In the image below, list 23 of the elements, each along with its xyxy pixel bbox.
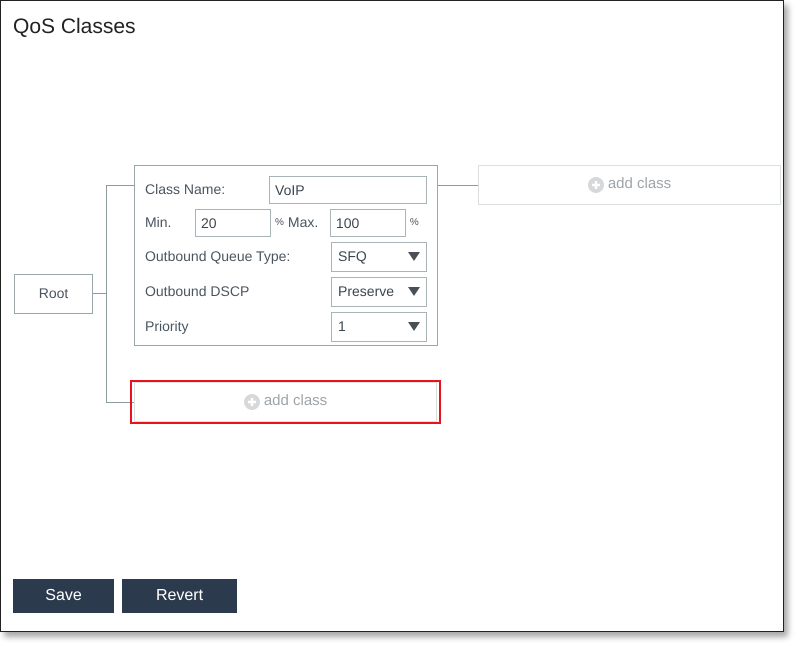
dropdown[interactable]: Preserve: [331, 276, 427, 306]
dropdown[interactable]: 1: [331, 312, 427, 342]
field-label: Priority: [145, 317, 189, 336]
min-field[interactable]: 20: [195, 208, 271, 236]
caret-icon: [408, 322, 420, 331]
caret-icon: [408, 252, 420, 261]
root-node[interactable]: Root: [14, 274, 93, 314]
field-label: Min.: [145, 213, 172, 232]
field-label: Outbound Queue Type:: [145, 247, 290, 266]
max-field[interactable]: 100: [330, 208, 406, 236]
field-label: Outbound DSCP: [145, 282, 250, 301]
plus-icon: [244, 394, 260, 410]
plus-icon: [588, 176, 604, 192]
page-title: QoS Classes: [13, 14, 137, 40]
revert-button[interactable]: Revert: [122, 579, 237, 613]
dropdown[interactable]: SFQ: [331, 242, 427, 272]
percent-unit: %: [410, 216, 419, 230]
percent-unit: %: [275, 216, 284, 230]
class-name-field[interactable]: VoIP: [269, 176, 427, 204]
caret-icon: [408, 287, 420, 296]
field-label: Max.: [288, 213, 320, 232]
save-button[interactable]: Save: [13, 579, 114, 613]
field-label: Class Name:: [145, 180, 226, 199]
